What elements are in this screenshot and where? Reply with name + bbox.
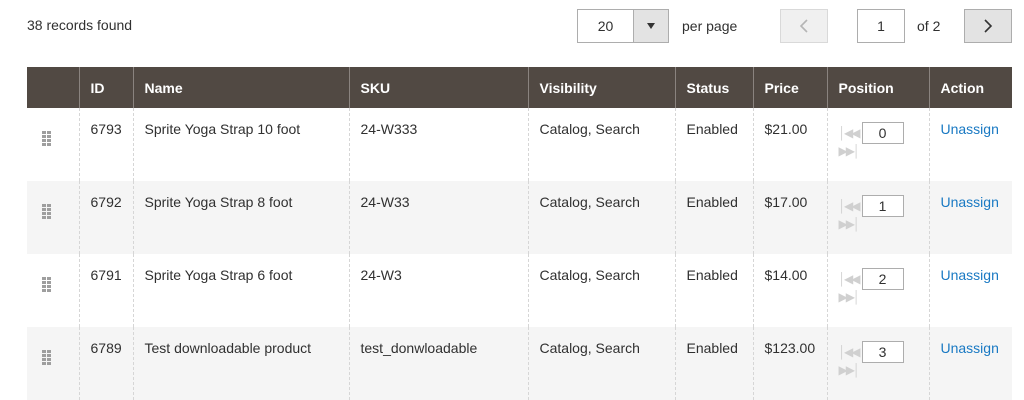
- previous-page-button[interactable]: [780, 9, 828, 43]
- table-row: 6789 Test downloadable product test_donw…: [27, 327, 1012, 400]
- position-input[interactable]: 3: [861, 341, 904, 363]
- status-cell: Enabled: [675, 108, 754, 181]
- action-cell: Unassign: [929, 108, 1012, 181]
- id-cell: 6792: [79, 181, 134, 254]
- column-drag: [27, 67, 80, 108]
- move-to-bottom-icon[interactable]: ▶▶│: [839, 290, 861, 304]
- name-cell: Sprite Yoga Strap 6 foot: [133, 254, 350, 327]
- table-row: 6792 Sprite Yoga Strap 8 foot 24-W33 Cat…: [27, 181, 1012, 254]
- position-input[interactable]: 1: [861, 195, 904, 217]
- visibility-cell: Catalog, Search: [528, 254, 676, 327]
- status-cell: Enabled: [675, 181, 754, 254]
- chevron-right-icon: [984, 19, 993, 33]
- position-input[interactable]: 0: [861, 122, 904, 144]
- action-cell: Unassign: [929, 181, 1012, 254]
- price-cell: $14.00: [753, 254, 828, 327]
- position-input[interactable]: 2: [861, 268, 904, 290]
- next-page-button[interactable]: [964, 9, 1012, 43]
- move-to-bottom-icon[interactable]: ▶▶│: [839, 363, 861, 377]
- name-cell: Sprite Yoga Strap 10 foot: [133, 108, 350, 181]
- column-name[interactable]: Name: [133, 67, 350, 108]
- move-to-top-icon[interactable]: │◀◀: [839, 126, 861, 140]
- visibility-cell: Catalog, Search: [528, 181, 676, 254]
- sku-cell: test_donwloadable: [349, 327, 529, 400]
- position-cell: │◀◀ 2 ▶▶│: [827, 254, 930, 327]
- table-row: 6791 Sprite Yoga Strap 6 foot 24-W3 Cata…: [27, 254, 1012, 327]
- id-cell: 6789: [79, 327, 134, 400]
- table-row: 6793 Sprite Yoga Strap 10 foot 24-W333 C…: [27, 108, 1012, 181]
- chevron-left-icon: [799, 19, 808, 33]
- column-visibility[interactable]: Visibility: [528, 67, 676, 108]
- visibility-cell: Catalog, Search: [528, 108, 676, 181]
- unassign-link[interactable]: Unassign: [941, 194, 999, 210]
- drag-handle-icon[interactable]: [42, 131, 51, 146]
- grid-toolbar: 38 records found 20 per page 1 of 2: [0, 0, 1024, 60]
- products-grid: ID Name SKU Visibility Status Price Posi…: [27, 67, 1012, 400]
- position-cell: │◀◀ 1 ▶▶│: [827, 181, 930, 254]
- caret-down-icon: [647, 23, 655, 29]
- grid-header-row: ID Name SKU Visibility Status Price Posi…: [27, 67, 1012, 108]
- price-cell: $17.00: [753, 181, 828, 254]
- per-page-value: 20: [597, 18, 614, 34]
- move-to-bottom-icon[interactable]: ▶▶│: [839, 144, 861, 158]
- action-cell: Unassign: [929, 254, 1012, 327]
- visibility-cell: Catalog, Search: [528, 327, 676, 400]
- move-to-top-icon[interactable]: │◀◀: [839, 199, 861, 213]
- unassign-link[interactable]: Unassign: [941, 121, 999, 137]
- column-action: Action: [929, 67, 1012, 108]
- drag-cell[interactable]: [27, 108, 80, 181]
- position-cell: │◀◀ 0 ▶▶│: [827, 108, 930, 181]
- move-to-bottom-icon[interactable]: ▶▶│: [839, 217, 861, 231]
- position-cell: │◀◀ 3 ▶▶│: [827, 327, 930, 400]
- per-page-label: per page: [682, 18, 738, 34]
- id-cell: 6791: [79, 254, 134, 327]
- sku-cell: 24-W33: [349, 181, 529, 254]
- sku-cell: 24-W3: [349, 254, 529, 327]
- column-id[interactable]: ID: [79, 67, 134, 108]
- per-page-dropdown-button[interactable]: [633, 10, 668, 42]
- action-cell: Unassign: [929, 327, 1012, 400]
- column-status[interactable]: Status: [675, 67, 754, 108]
- status-cell: Enabled: [675, 254, 754, 327]
- status-cell: Enabled: [675, 327, 754, 400]
- drag-handle-icon[interactable]: [42, 350, 51, 365]
- price-cell: $123.00: [753, 327, 828, 400]
- total-pages-label: of 2: [917, 18, 941, 34]
- id-cell: 6793: [79, 108, 134, 181]
- records-count: 38 records found: [27, 17, 133, 33]
- current-page-input[interactable]: 1: [857, 9, 905, 43]
- column-price[interactable]: Price: [753, 67, 828, 108]
- per-page-select[interactable]: 20: [577, 9, 669, 43]
- column-sku[interactable]: SKU: [349, 67, 529, 108]
- drag-cell[interactable]: [27, 254, 80, 327]
- drag-handle-icon[interactable]: [42, 277, 51, 292]
- name-cell: Sprite Yoga Strap 8 foot: [133, 181, 350, 254]
- move-to-top-icon[interactable]: │◀◀: [839, 345, 861, 359]
- drag-cell[interactable]: [27, 181, 80, 254]
- sku-cell: 24-W333: [349, 108, 529, 181]
- column-position[interactable]: Position: [827, 67, 930, 108]
- move-to-top-icon[interactable]: │◀◀: [839, 272, 861, 286]
- unassign-link[interactable]: Unassign: [941, 340, 999, 356]
- name-cell: Test downloadable product: [133, 327, 350, 400]
- drag-handle-icon[interactable]: [42, 204, 51, 219]
- drag-cell[interactable]: [27, 327, 80, 400]
- price-cell: $21.00: [753, 108, 828, 181]
- unassign-link[interactable]: Unassign: [941, 267, 999, 283]
